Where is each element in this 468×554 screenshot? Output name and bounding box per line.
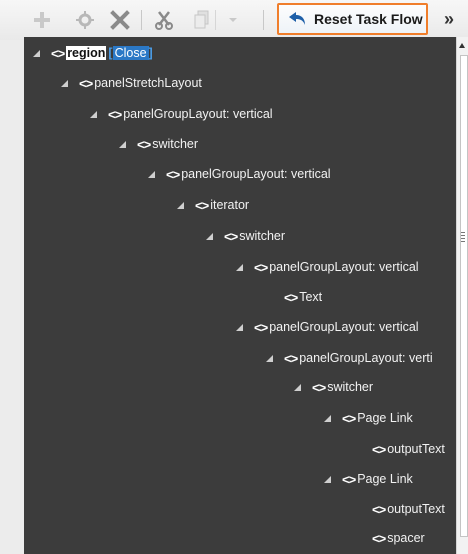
scroll-track[interactable] [460, 55, 468, 537]
dropdown-button[interactable] [221, 8, 245, 32]
tree-node[interactable]: <> Page Link [324, 407, 413, 429]
tree-node[interactable]: <> outputText [372, 438, 445, 460]
tree-node-label: switcher [327, 380, 374, 394]
tag-icon: <> [254, 259, 268, 275]
copy-icon [194, 10, 209, 29]
tree-node[interactable]: <> iterator [177, 194, 249, 216]
add-button[interactable] [30, 8, 54, 32]
tree-node-label: panelGroupLayout: vertical [269, 320, 419, 334]
chevron-down-icon [229, 18, 237, 22]
toolbar-separator [215, 10, 216, 30]
gear-icon [76, 11, 94, 29]
splitter-grip-icon[interactable] [461, 232, 465, 242]
tree-node[interactable]: <> Text [284, 286, 322, 308]
expand-triangle-icon[interactable] [324, 414, 331, 422]
tree-node-label: Page Link [357, 411, 413, 425]
tree-node-label: switcher [239, 229, 286, 243]
tag-icon: <> [284, 289, 298, 305]
tag-icon: <> [254, 319, 268, 335]
tree-node-label: region [66, 46, 107, 60]
copy-button[interactable] [190, 8, 214, 32]
tag-icon: <> [108, 106, 122, 122]
tree-node-label: panelGroupLayout: verti [299, 351, 433, 365]
expand-triangle-icon[interactable] [177, 201, 184, 209]
close-link[interactable]: Close [112, 46, 149, 60]
tag-icon: <> [224, 228, 238, 244]
tree-node-label: outputText [387, 442, 445, 456]
tree-node[interactable]: <> panelStretchLayout [61, 72, 202, 94]
tree-node-label: panelGroupLayout: vertical [269, 260, 419, 274]
plus-icon [34, 12, 50, 28]
tree-node-label: spacer [387, 531, 425, 545]
component-tree: <> region [ Close ] <> panelStretchLayou… [24, 37, 456, 554]
tree-node[interactable]: <> switcher [206, 225, 285, 247]
tag-icon: <> [51, 45, 65, 61]
tag-icon: <> [79, 75, 93, 91]
edit-button[interactable] [73, 8, 97, 32]
toolbar-separator [141, 10, 142, 30]
scroll-up-icon[interactable] [459, 43, 465, 48]
expand-triangle-icon[interactable] [119, 140, 126, 148]
expand-triangle-icon[interactable] [294, 383, 301, 391]
expand-triangle-icon[interactable] [206, 232, 213, 240]
tag-icon: <> [372, 441, 386, 457]
tree-node[interactable]: <> switcher [119, 133, 198, 155]
left-gutter [0, 40, 24, 554]
vertical-scrollbar[interactable] [456, 37, 468, 554]
tag-icon: <> [284, 350, 298, 366]
tree-node[interactable]: <> panelGroupLayout: vertical [236, 256, 419, 278]
tag-icon: <> [372, 530, 386, 546]
tag-icon: <> [342, 410, 356, 426]
toolbar: Reset Task Flow » [0, 0, 468, 40]
tree-node-label: switcher [152, 137, 199, 151]
bracket-close: ] [148, 46, 153, 60]
expand-triangle-icon[interactable] [90, 110, 97, 118]
expand-triangle-icon[interactable] [33, 49, 40, 57]
toolbar-overflow-button[interactable]: » [444, 9, 454, 30]
tag-icon: <> [166, 166, 180, 182]
tag-icon: <> [137, 136, 151, 152]
tree-node-label: panelGroupLayout: vertical [123, 107, 273, 121]
expand-triangle-icon[interactable] [61, 79, 68, 87]
tree-node-label: panelStretchLayout [94, 76, 202, 90]
tree-node-label: outputText [387, 502, 445, 516]
tree-node[interactable]: <> switcher [294, 376, 373, 398]
tag-icon: <> [312, 379, 326, 395]
expand-triangle-icon[interactable] [266, 354, 273, 362]
toolbar-separator [263, 10, 264, 30]
expand-triangle-icon[interactable] [324, 475, 331, 483]
tag-icon: <> [195, 197, 209, 213]
delete-button[interactable] [108, 8, 132, 32]
reset-task-flow-label: Reset Task Flow [314, 11, 423, 27]
tree-node[interactable]: <> outputText [372, 498, 445, 520]
tree-node-region[interactable]: <> region [ Close ] [33, 42, 153, 64]
expand-triangle-icon[interactable] [236, 323, 243, 331]
tree-node[interactable]: <> panelGroupLayout: vertical [148, 163, 331, 185]
reset-task-flow-button[interactable]: Reset Task Flow [277, 3, 428, 35]
tree-node-label: Text [299, 290, 323, 304]
tree-node[interactable]: <> Page Link [324, 468, 413, 490]
cut-button[interactable] [152, 8, 176, 32]
x-icon [110, 10, 130, 30]
tree-node-label: iterator [210, 198, 250, 212]
scissors-icon [155, 11, 173, 30]
tree-node[interactable]: <> spacer [372, 527, 425, 549]
tree-node-label: Page Link [357, 472, 413, 486]
tree-node-label: panelGroupLayout: vertical [181, 167, 331, 181]
tree-node[interactable]: <> panelGroupLayout: verti [266, 347, 433, 369]
tag-icon: <> [372, 501, 386, 517]
tree-node[interactable]: <> panelGroupLayout: vertical [90, 103, 273, 125]
tree-node[interactable]: <> panelGroupLayout: vertical [236, 316, 419, 338]
expand-triangle-icon[interactable] [236, 263, 243, 271]
tag-icon: <> [342, 471, 356, 487]
expand-triangle-icon[interactable] [148, 170, 155, 178]
undo-arrow-icon [289, 12, 305, 25]
